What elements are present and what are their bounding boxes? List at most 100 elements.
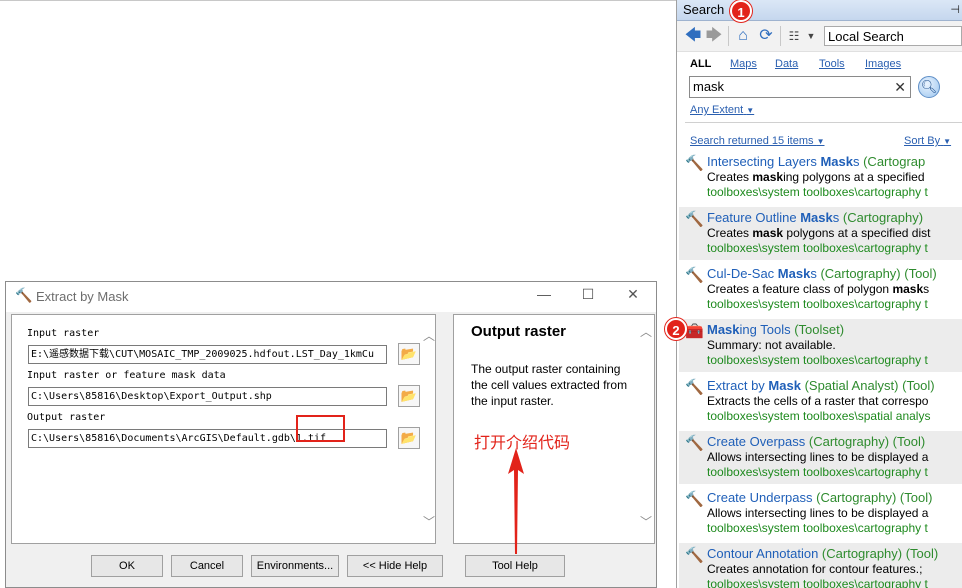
result-title[interactable]: Contour Annotation (Cartography) (Tool) — [707, 543, 962, 562]
results-count-label: Search returned 15 items — [690, 135, 814, 147]
close-icon[interactable]: ✕ — [894, 77, 906, 97]
hammer-icon: 🔨 — [685, 435, 704, 452]
result-title[interactable]: Masking Tools (Toolset) — [707, 319, 962, 338]
result-description: Allows intersecting lines to be displaye… — [707, 506, 929, 520]
minimize-icon[interactable]: — — [534, 286, 554, 302]
toolset-icon: 🧰 — [685, 323, 704, 340]
extent-label: Any Extent — [690, 104, 744, 116]
hammer-icon: 🔨 — [685, 547, 704, 564]
output-raster-browse-button[interactable]: 📂 — [398, 427, 420, 449]
search-query: mask — [693, 79, 725, 94]
search-toolbar: 🡄 🡆 ⌂ ⟳ ☷ ▼ Local Search — [677, 21, 962, 52]
dialog-titlebar: 🔨 Extract by Mask — ☐ ✕ — [6, 282, 656, 312]
search-panel-title: Search — [683, 2, 725, 17]
result-item[interactable]: 🧰 Masking Tools (Toolset) Summary: not a… — [679, 319, 962, 372]
toolbar-separator — [728, 26, 729, 46]
search-icon: 🔍︎ — [920, 79, 938, 94]
environments-button[interactable]: Environments... — [251, 555, 339, 577]
folder-icon: 📂 — [400, 346, 418, 361]
result-title[interactable]: Extract by Mask (Spatial Analyst) (Tool) — [707, 375, 962, 394]
result-path: toolboxes\system toolboxes\cartography t — [707, 521, 928, 535]
annotation-badge-1: 1 — [730, 0, 752, 22]
hammer-icon: 🔨 — [15, 287, 33, 303]
result-path: toolboxes\system toolboxes\cartography t — [707, 465, 928, 479]
chevron-down-icon: ▼ — [746, 106, 755, 115]
result-item[interactable]: 🔨 Create Overpass (Cartography) (Tool) A… — [679, 431, 962, 484]
sort-by-label: Sort By — [904, 135, 941, 147]
input-raster-browse-button[interactable]: 📂 — [398, 343, 420, 365]
result-description: Allows intersecting lines to be displaye… — [707, 450, 929, 464]
tab-data[interactable]: Data — [775, 58, 798, 70]
tab-maps[interactable]: Maps — [730, 58, 757, 70]
sort-by-dropdown[interactable]: Sort By ▼ — [904, 135, 951, 147]
result-title[interactable]: Feature Outline Masks (Cartography) — [707, 207, 962, 226]
result-title[interactable]: Intersecting Layers Masks (Cartograp — [707, 151, 962, 170]
search-panel-titlebar: Search ⊣ — [677, 0, 962, 21]
hammer-icon: 🔨 — [685, 379, 704, 396]
hide-help-button[interactable]: << Hide Help — [347, 555, 443, 577]
mask-data-field[interactable]: C:\Users\85816\Desktop\Export_Output.shp — [28, 387, 387, 406]
help-text: The output raster containing the cell va… — [471, 362, 628, 408]
result-title[interactable]: Create Overpass (Cartography) (Tool) — [707, 431, 962, 450]
results-divider — [685, 122, 962, 123]
result-item[interactable]: 🔨 Extract by Mask (Spatial Analyst) (Too… — [679, 375, 962, 428]
tab-tools[interactable]: Tools — [819, 58, 845, 70]
chevron-down-icon: ▼ — [943, 137, 952, 146]
tab-all[interactable]: ALL — [690, 58, 711, 70]
input-raster-label: Input raster — [27, 328, 100, 339]
mask-data-browse-button[interactable]: 📂 — [398, 385, 420, 407]
home-icon[interactable]: ⌂ — [733, 26, 753, 46]
dialog-title: Extract by Mask — [36, 289, 129, 304]
scroll-up-icon[interactable]: ︿ — [640, 323, 652, 340]
result-path: toolboxes\system toolboxes\spatial analy… — [707, 409, 931, 423]
result-item[interactable]: 🔨 Contour Annotation (Cartography) (Tool… — [679, 543, 962, 588]
result-description: Extracts the cells of a raster that corr… — [707, 394, 929, 408]
result-title[interactable]: Cul-De-Sac Masks (Cartography) (Tool) — [707, 263, 962, 282]
result-item[interactable]: 🔨 Intersecting Layers Masks (Cartograp C… — [679, 151, 962, 204]
result-description: Creates mask polygons at a specified dis… — [707, 226, 931, 240]
result-path: toolboxes\system toolboxes\cartography t — [707, 353, 928, 367]
scroll-down-icon[interactable]: ﹀ — [640, 513, 652, 530]
results-list: 🔨 Intersecting Layers Masks (Cartograp C… — [679, 151, 962, 588]
pin-icon[interactable]: ⊣ — [950, 0, 960, 20]
results-count-dropdown[interactable]: Search returned 15 items ▼ — [690, 135, 825, 147]
forward-arrow-icon[interactable]: 🡆 — [704, 26, 724, 46]
result-description: Summary: not available. — [707, 338, 836, 352]
annotation-arrow — [508, 448, 524, 554]
maximize-icon[interactable]: ☐ — [578, 286, 598, 303]
result-description: Creates annotation for contour features.… — [707, 562, 923, 576]
result-item[interactable]: 🔨 Feature Outline Masks (Cartography) Cr… — [679, 207, 962, 260]
search-input[interactable]: mask ✕ — [689, 76, 911, 98]
result-item[interactable]: 🔨 Cul-De-Sac Masks (Cartography) (Tool) … — [679, 263, 962, 316]
scroll-down-icon[interactable]: ﹀ — [423, 513, 435, 530]
search-scope-select[interactable]: Local Search — [824, 26, 962, 46]
tab-images[interactable]: Images — [865, 58, 901, 70]
result-path: toolboxes\system toolboxes\cartography t — [707, 241, 928, 255]
ok-button[interactable]: OK — [91, 555, 163, 577]
back-arrow-icon[interactable]: 🡄 — [683, 26, 703, 46]
result-path: toolboxes\system toolboxes\cartography t — [707, 577, 928, 588]
output-raster-label: Output raster — [27, 412, 106, 423]
result-description: Creates a feature class of polygon masks — [707, 282, 930, 296]
search-go-button[interactable]: 🔍︎ — [918, 76, 940, 98]
folder-icon: 📂 — [400, 388, 418, 403]
result-title[interactable]: Create Underpass (Cartography) (Tool) — [707, 487, 962, 506]
folder-icon: 📂 — [400, 430, 418, 445]
top-divider — [0, 0, 676, 1]
search-panel: Search ⊣ 🡄 🡆 ⌂ ⟳ ☷ ▼ Local Search ALL Ma… — [676, 0, 962, 588]
input-raster-field[interactable]: E:\遥感数据下载\CUT\MOSAIC_TMP_2009025.hdfout.… — [28, 345, 387, 364]
annotation-badge-2: 2 — [665, 318, 687, 340]
hammer-icon: 🔨 — [685, 491, 704, 508]
result-item[interactable]: 🔨 Create Underpass (Cartography) (Tool) … — [679, 487, 962, 540]
parameters-panel: Input raster E:\遥感数据下载\CUT\MOSAIC_TMP_20… — [11, 314, 436, 544]
mask-data-label: Input raster or feature mask data — [27, 370, 226, 381]
help-title: Output raster — [471, 323, 567, 340]
toolbar-separator — [780, 26, 781, 46]
tool-help-button[interactable]: Tool Help — [465, 555, 565, 577]
chevron-down-icon[interactable]: ▼ — [801, 26, 821, 46]
extent-dropdown[interactable]: Any Extent ▼ — [690, 104, 754, 116]
close-icon[interactable]: ✕ — [623, 286, 643, 303]
cancel-button[interactable]: Cancel — [171, 555, 243, 577]
refresh-icon[interactable]: ⟳ — [756, 26, 776, 46]
scroll-up-icon[interactable]: ︿ — [423, 327, 435, 344]
